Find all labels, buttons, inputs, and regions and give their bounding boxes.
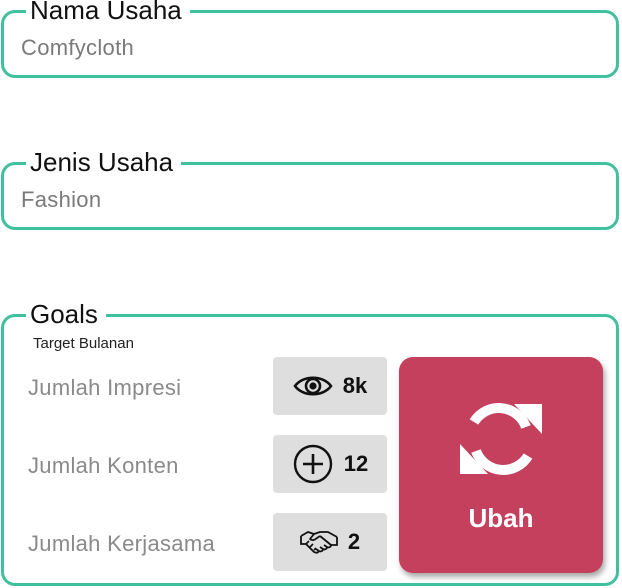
content-pill: 12: [273, 435, 387, 493]
impressions-pill: 8k: [273, 357, 387, 415]
impressions-value: 8k: [342, 373, 368, 398]
content-label: Jumlah Konten: [28, 453, 179, 478]
business-name-field[interactable]: Nama Usaha Comfycloth: [1, 0, 619, 78]
edit-goals-button[interactable]: Ubah: [399, 357, 603, 573]
goals-label: Goals: [26, 299, 106, 329]
goals-section: Goals Target Bulanan Jumlah Impresi 8k J…: [1, 299, 619, 586]
business-name-value[interactable]: Comfycloth: [21, 35, 134, 61]
refresh-icon: [456, 394, 546, 484]
handshake-icon: [299, 528, 338, 556]
plus-circle-icon: [292, 443, 334, 485]
impressions-label: Jumlah Impresi: [28, 375, 182, 400]
edit-goals-label: Ubah: [468, 503, 534, 533]
business-name-label: Nama Usaha: [26, 0, 190, 25]
business-type-field[interactable]: Jenis Usaha Fashion: [1, 147, 619, 230]
partnership-value: 2: [347, 529, 361, 554]
content-value: 12: [343, 451, 369, 476]
partnership-pill: 2: [273, 513, 387, 571]
business-type-label: Jenis Usaha: [26, 147, 182, 177]
business-type-value[interactable]: Fashion: [21, 187, 101, 213]
partnership-label: Jumlah Kerjasama: [28, 531, 215, 556]
eye-icon: [293, 373, 333, 399]
goals-subtitle: Target Bulanan: [33, 335, 134, 352]
